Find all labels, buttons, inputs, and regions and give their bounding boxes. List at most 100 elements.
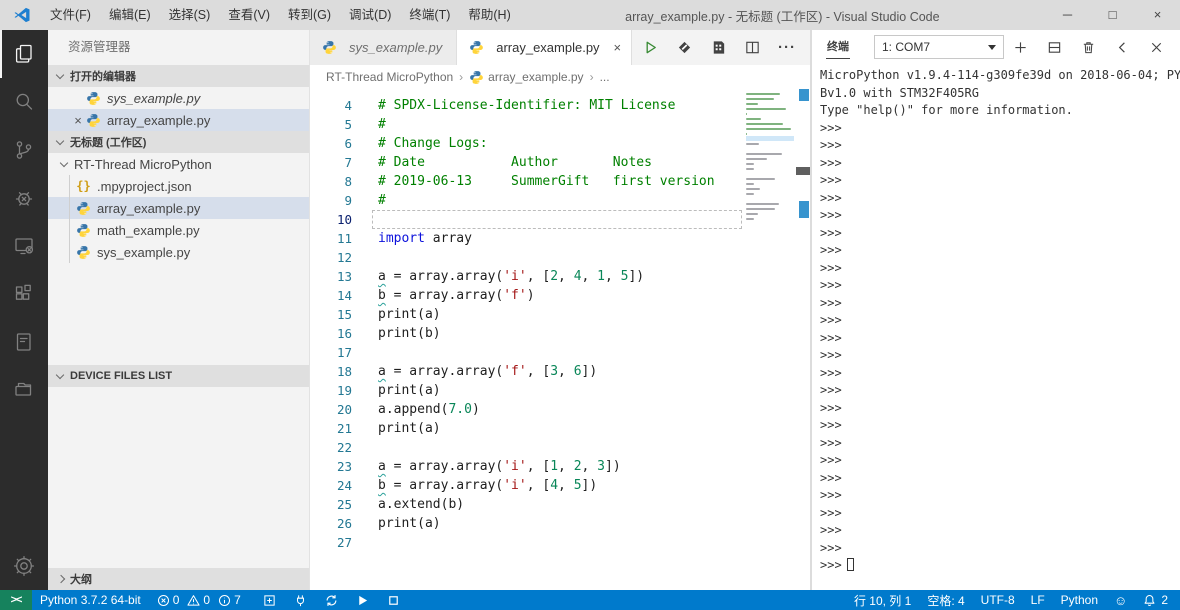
menu-item[interactable]: 选择(S)	[160, 0, 220, 30]
code-editor[interactable]: 4 # SPDX-License-Identifier: MIT License 5…	[310, 89, 810, 590]
line-number: 25	[336, 497, 352, 512]
activity-device-connection-icon[interactable]	[0, 222, 48, 270]
eol-setting[interactable]: LF	[1023, 590, 1053, 610]
terminal-port-select[interactable]: 1: COM7	[874, 35, 1004, 59]
chevron-right-icon	[56, 574, 66, 584]
activity-extensions-icon[interactable]	[0, 270, 48, 318]
breadcrumb-item[interactable]: array_example.py	[469, 70, 584, 84]
terminal-line: Type "help()" for more information.	[820, 103, 1073, 117]
terminal-prompt-line: >>>	[820, 557, 1180, 575]
terminal-prompt-line: >>>	[820, 313, 842, 327]
memory-chip-icon[interactable]	[710, 39, 727, 56]
activity-debug-icon[interactable]	[0, 174, 48, 222]
collapse-panel-icon[interactable]	[1115, 40, 1130, 55]
code-line: 5 #	[310, 115, 810, 134]
tree-file[interactable]: sys_example.py	[48, 241, 309, 263]
split-editor-icon[interactable]	[744, 39, 761, 56]
terminal-prompt-line: >>>	[820, 208, 842, 222]
close-panel-icon[interactable]	[1149, 40, 1164, 55]
close-icon[interactable]: ×	[70, 113, 86, 128]
python-interpreter[interactable]: Python 3.7.2 64-bit	[32, 590, 149, 610]
terminal-tab[interactable]: 终端	[826, 36, 850, 59]
code-text: a.extend(b)	[378, 497, 465, 512]
breadcrumb-label: ...	[599, 70, 610, 84]
new-terminal-icon[interactable]	[1013, 40, 1028, 55]
tree-file[interactable]: array_example.py	[48, 197, 309, 219]
outline-header[interactable]: 大纲	[48, 568, 309, 590]
status-bar-right: 行 10, 列 1 空格: 4 UTF-8 LF Python ☺ 2	[846, 590, 1180, 610]
tree-file[interactable]: {} .mpyproject.json	[48, 175, 309, 197]
menu-item[interactable]: 编辑(E)	[100, 0, 160, 30]
activity-settings-gear-icon[interactable]	[0, 542, 48, 590]
menu-item[interactable]: 转到(G)	[279, 0, 340, 30]
notifications-bell[interactable]: 2	[1135, 590, 1176, 610]
feedback-smiley-icon[interactable]: ☺	[1106, 590, 1135, 610]
minimap[interactable]	[746, 91, 794, 226]
line-number: 26	[336, 516, 352, 531]
title-bar: 文件(F) 编辑(E) 选择(S) 查看(V) 转到(G) 调试(D) 终端(T) 帮助(H)…	[0, 0, 1180, 30]
terminal-prompt-line: >>>	[820, 190, 842, 205]
line-number: 5	[344, 117, 352, 132]
device-files-header[interactable]: DEVICE FILES LIST	[48, 365, 309, 387]
terminal-panel: 终端 1: COM7 MicroPython v1.9.4-114-g309fe…	[810, 30, 1180, 590]
board-new-icon[interactable]	[254, 590, 285, 610]
kill-terminal-icon[interactable]	[1081, 40, 1096, 55]
open-editor-item[interactable]: sys_example.py	[48, 87, 309, 109]
activity-folder-library-icon[interactable]	[0, 366, 48, 414]
breadcrumb-item[interactable]: RT-Thread MicroPython	[326, 70, 453, 84]
dropdown-caret-icon	[988, 44, 996, 50]
close-icon[interactable]: ×	[614, 40, 622, 55]
problems-indicator[interactable]: 0 0 7	[149, 590, 254, 610]
encoding-setting[interactable]: UTF-8	[973, 590, 1023, 610]
terminal-prompt-line: >>>	[820, 523, 842, 537]
terminal-prompt-line: >>>	[820, 365, 842, 380]
close-button[interactable]: ×	[1135, 0, 1180, 30]
code-line: 26 print(a)	[310, 514, 810, 533]
language-mode[interactable]: Python	[1053, 590, 1106, 610]
editor-tab[interactable]: sys_example.py	[310, 30, 458, 65]
sync-icon[interactable]	[316, 590, 347, 610]
terminal-prompt-line: >>>	[820, 295, 842, 310]
workspace-header[interactable]: 无标题 (工作区)	[48, 131, 309, 153]
remote-indicator[interactable]: ><	[0, 590, 32, 610]
activity-explorer-icon[interactable]	[0, 30, 48, 78]
maximize-button[interactable]: □	[1090, 0, 1135, 30]
tree-folder[interactable]: RT-Thread MicroPython	[48, 153, 309, 175]
python-icon	[86, 113, 101, 128]
ruler-info-marker	[799, 89, 809, 101]
more-actions-icon[interactable]: ···	[778, 39, 796, 56]
split-terminal-icon[interactable]	[1047, 40, 1062, 55]
chevron-down-icon	[55, 136, 65, 146]
usb-connect-icon[interactable]	[285, 590, 316, 610]
menu-item[interactable]: 文件(F)	[41, 0, 100, 30]
cursor-position[interactable]: 行 10, 列 1	[846, 590, 919, 610]
code-text: #	[378, 117, 386, 132]
menu-item[interactable]: 调试(D)	[340, 0, 400, 30]
open-editors-header[interactable]: 打开的编辑器	[48, 65, 309, 87]
minimize-button[interactable]: ─	[1045, 0, 1090, 30]
terminal-actions	[1013, 40, 1170, 55]
terminal-prompt-line: >>>	[820, 470, 842, 485]
run-icon[interactable]	[347, 590, 378, 610]
run-python-file-icon[interactable]	[642, 39, 659, 56]
tree-file[interactable]: math_example.py	[48, 219, 309, 241]
terminal-prompt-line: >>>	[820, 383, 842, 397]
menu-item[interactable]: 帮助(H)	[459, 0, 519, 30]
menu-item[interactable]: 终端(T)	[400, 0, 459, 30]
window-controls: ─ □ ×	[1045, 0, 1180, 30]
breadcrumb-item[interactable]: ...	[600, 70, 610, 84]
activity-search-icon[interactable]	[0, 78, 48, 126]
stop-icon[interactable]	[378, 590, 409, 610]
line-number: 23	[336, 459, 352, 474]
indent-guide	[69, 175, 70, 263]
overview-ruler[interactable]	[796, 89, 810, 590]
open-editor-item[interactable]: × array_example.py	[48, 109, 309, 131]
activity-source-control-icon[interactable]	[0, 126, 48, 174]
activity-notebook-icon[interactable]	[0, 318, 48, 366]
menu-item[interactable]: 查看(V)	[219, 0, 279, 30]
window-title: array_example.py - 无标题 (工作区) - Visual St…	[625, 9, 940, 24]
micropython-run-icon[interactable]	[676, 39, 693, 56]
editor-tab[interactable]: array_example.py ×	[457, 30, 633, 65]
indentation-setting[interactable]: 空格: 4	[919, 590, 972, 610]
